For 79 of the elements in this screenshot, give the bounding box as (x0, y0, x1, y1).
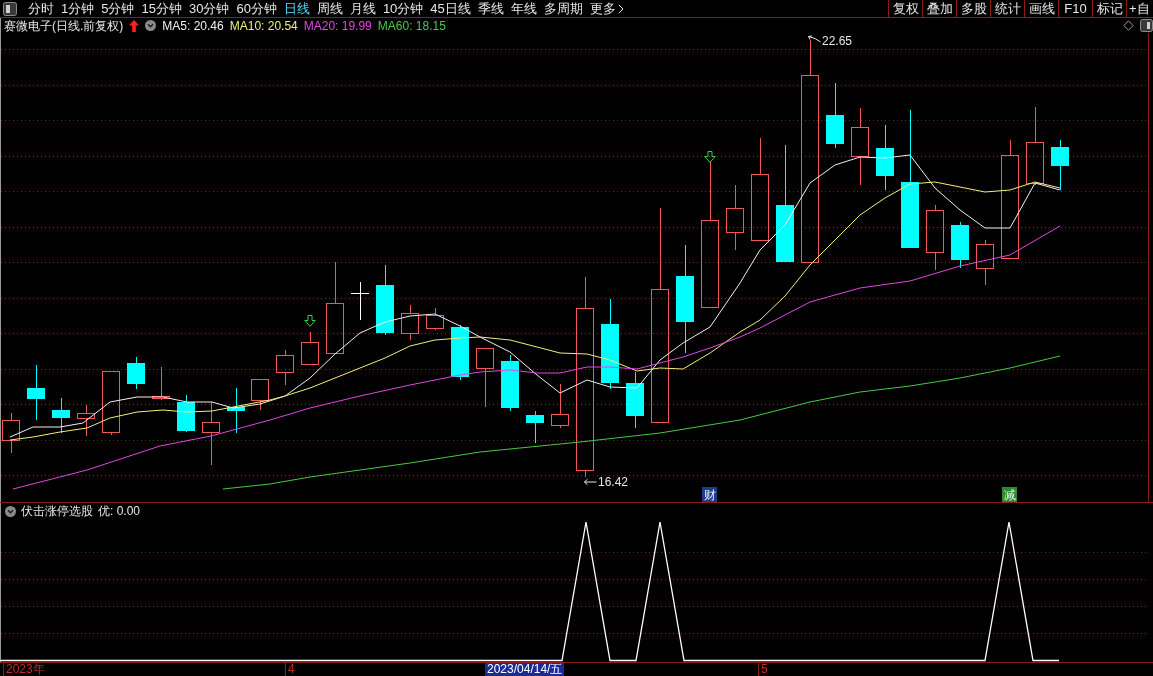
period-tab[interactable]: 季线 (477, 0, 504, 17)
stock-title: 赛微电子(日线.前复权) (4, 18, 124, 33)
dropdown-icon[interactable] (5, 505, 16, 517)
candle (102, 371, 120, 436)
period-tab[interactable]: 周线 (316, 0, 343, 17)
candle (726, 184, 744, 251)
toolbar-button[interactable]: 叠加 (922, 0, 956, 17)
toolbar-button[interactable]: 统计 (990, 0, 1024, 17)
candle (1051, 139, 1069, 191)
candle (526, 410, 544, 444)
period-tab[interactable]: 分时 (28, 0, 54, 17)
candle (152, 366, 170, 401)
period-tab[interactable]: 多周期 (543, 0, 583, 17)
down-arrow-icon (304, 315, 316, 327)
toolbar-button[interactable]: F10 (1058, 0, 1092, 17)
more-button[interactable]: 更多 (589, 0, 624, 17)
candle (426, 307, 444, 331)
candle (951, 221, 969, 269)
event-tag[interactable]: 减 (1002, 487, 1017, 502)
candle (177, 394, 195, 433)
period-tab[interactable]: 1分钟 (61, 0, 95, 17)
chevron-right-icon (617, 3, 624, 14)
candle (227, 387, 245, 434)
period-tab[interactable]: 60分钟 (236, 0, 277, 17)
low-price-label: 16.42 (598, 475, 629, 489)
axis-label: 2023年 (3, 663, 45, 676)
moving-average-label: MA20: 19.99 (303, 18, 372, 33)
candle (501, 354, 519, 412)
candle (276, 349, 294, 386)
candle (826, 82, 844, 149)
up-arrow-icon (129, 19, 140, 32)
candle (626, 371, 644, 429)
candle (476, 348, 494, 408)
candle (52, 397, 70, 434)
event-tag[interactable]: 财 (702, 487, 717, 502)
candle (926, 204, 944, 271)
period-tab[interactable]: 45日线 (430, 0, 471, 17)
period-tab[interactable]: 5分钟 (101, 0, 135, 17)
period-tab[interactable]: 10分钟 (382, 0, 424, 17)
moving-average-label: MA5: 20.46 (162, 18, 224, 33)
candle (127, 356, 145, 390)
axis-label: 2023/04/14/五 (485, 663, 565, 676)
period-tab[interactable]: 30分钟 (188, 0, 230, 17)
moving-average-label: MA10: 20.54 (229, 18, 298, 33)
toolbar-button[interactable]: 复权 (888, 0, 922, 17)
axis-label: 5 (758, 663, 768, 676)
candle (350, 281, 370, 321)
candle (551, 383, 569, 429)
candle (876, 124, 894, 191)
candle (976, 239, 994, 286)
panel-toggle-icon[interactable] (1140, 19, 1153, 32)
arrow-icon (807, 35, 821, 44)
panel-toggle-icon[interactable] (3, 1, 17, 16)
dropdown-icon[interactable] (145, 20, 157, 31)
candle (301, 331, 319, 365)
period-tab[interactable]: 年线 (510, 0, 537, 17)
toolbar-button[interactable]: 多股 (956, 0, 990, 17)
candle (451, 324, 469, 381)
candle (251, 379, 269, 411)
period-tab[interactable]: 日线 (283, 0, 310, 17)
period-tab[interactable]: 15分钟 (141, 0, 182, 17)
indicator-value: 优: 0.00 (98, 504, 141, 518)
period-tab[interactable]: 月线 (349, 0, 376, 17)
toolbar-button[interactable]: +自 (1126, 0, 1153, 17)
indicator-title: 伏击涨停选股 (21, 504, 93, 518)
candle (376, 264, 394, 336)
down-arrow-icon (704, 151, 716, 163)
toolbar-button[interactable]: 标记 (1092, 0, 1126, 17)
axis-label: 4 (285, 663, 295, 676)
arrow-icon (583, 478, 597, 486)
candle (27, 364, 45, 421)
moving-average-label: MA60: 18.15 (377, 18, 446, 33)
candle (202, 401, 220, 466)
toolbar-button[interactable]: 画线 (1024, 0, 1058, 17)
candle (401, 304, 419, 341)
high-price-label: 22.65 (822, 34, 853, 48)
candle (77, 404, 95, 437)
candle (2, 412, 20, 454)
diamond-icon[interactable] (1123, 20, 1134, 31)
